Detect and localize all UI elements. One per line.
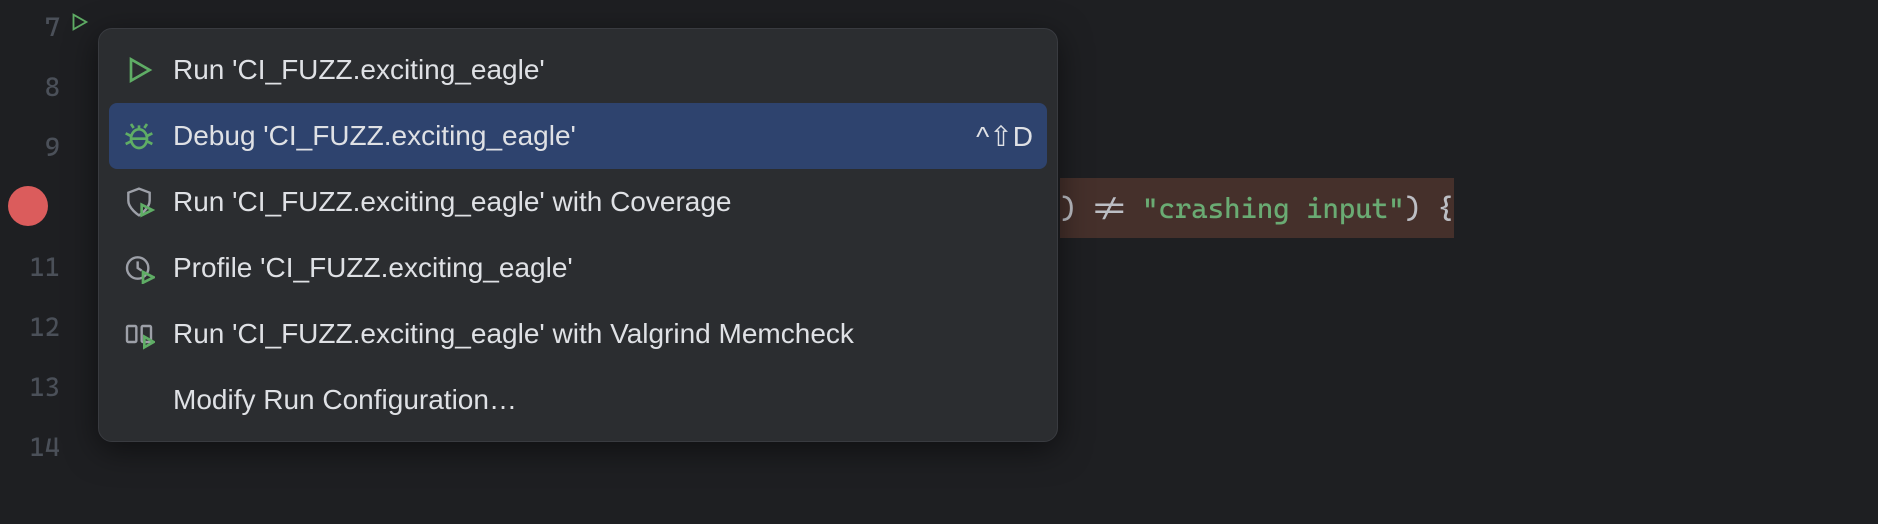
clock-play-icon xyxy=(123,252,155,284)
editor-gutter: 7 8 9 11 12 13 14 xyxy=(0,0,90,524)
menu-item-label: Run 'CI_FUZZ.exciting_eagle' with Covera… xyxy=(173,186,1033,218)
code-text: ) { xyxy=(1405,192,1454,225)
menu-item-modify-config[interactable]: Modify Run Configuration… xyxy=(99,367,1057,433)
line-number: 11 xyxy=(0,238,60,298)
menu-item-profile[interactable]: Profile 'CI_FUZZ.exciting_eagle' xyxy=(99,235,1057,301)
menu-item-label: Debug 'CI_FUZZ.exciting_eagle' xyxy=(173,120,976,152)
line-number: 14 xyxy=(0,418,60,478)
line-number: 7 xyxy=(0,0,60,58)
code-string: "crashing input" xyxy=(1142,192,1405,225)
menu-item-label: Run 'CI_FUZZ.exciting_eagle' with Valgri… xyxy=(173,318,1033,350)
play-icon xyxy=(123,54,155,86)
code-text: != xyxy=(1076,192,1142,225)
bug-icon xyxy=(123,120,155,152)
code-paren: ) xyxy=(1060,192,1076,225)
breakpoint-marker[interactable] xyxy=(8,186,48,226)
menu-item-label: Modify Run Configuration… xyxy=(173,384,1033,416)
run-gutter-icon[interactable] xyxy=(68,8,90,30)
menu-shortcut: ^⇧D xyxy=(976,120,1033,153)
run-context-menu: Run 'CI_FUZZ.exciting_eagle' Debug 'CI_F… xyxy=(98,28,1058,442)
empty-icon xyxy=(123,384,155,416)
line-number: 8 xyxy=(0,58,60,118)
menu-item-coverage[interactable]: Run 'CI_FUZZ.exciting_eagle' with Covera… xyxy=(99,169,1057,235)
menu-item-run[interactable]: Run 'CI_FUZZ.exciting_eagle' xyxy=(99,37,1057,103)
menu-item-label: Profile 'CI_FUZZ.exciting_eagle' xyxy=(173,252,1033,284)
line-number: 12 xyxy=(0,298,60,358)
menu-item-debug[interactable]: Debug 'CI_FUZZ.exciting_eagle' ^⇧D xyxy=(109,103,1047,169)
line-number: 13 xyxy=(0,358,60,418)
valgrind-icon xyxy=(123,318,155,350)
code-line-10: ) != "crashing input" ) { xyxy=(1060,178,1454,238)
menu-item-label: Run 'CI_FUZZ.exciting_eagle' xyxy=(173,54,1033,86)
menu-item-valgrind[interactable]: Run 'CI_FUZZ.exciting_eagle' with Valgri… xyxy=(99,301,1057,367)
line-number: 9 xyxy=(0,118,60,178)
shield-play-icon xyxy=(123,186,155,218)
